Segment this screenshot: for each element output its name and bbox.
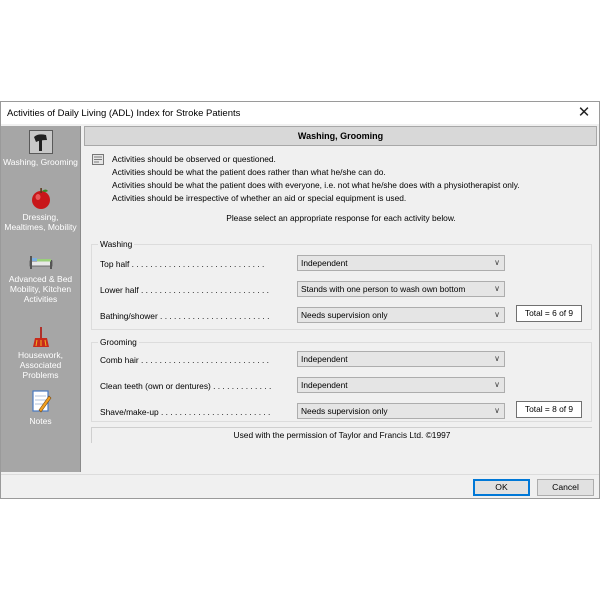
sidebar-item-advanced-bed-mobility-kitchen[interactable]: Advanced & Bed Mobility, Kitchen Activit…: [3, 252, 78, 304]
instruction-line: Activities should be what the patient do…: [112, 180, 520, 190]
adl-dialog-window: Activities of Daily Living (ADL) Index f…: [0, 101, 600, 499]
bed-icon: [29, 256, 52, 269]
activity-label-comb-hair: Comb hair . . . . . . . . . . . . . . . …: [100, 355, 269, 365]
washing-total: Total = 6 of 9: [516, 305, 582, 322]
activity-label-bathing-shower: Bathing/shower . . . . . . . . . . . . .…: [100, 311, 270, 321]
sidebar-item-dressing-mealtimes-mobility[interactable]: Dressing, Mealtimes, Mobility: [3, 186, 78, 232]
chevron-down-icon: ∨: [494, 380, 500, 389]
chevron-down-icon: ∨: [494, 310, 500, 319]
sidebar-item-washing-grooming[interactable]: Washing, Grooming: [3, 130, 78, 167]
activity-label-clean-teeth: Clean teeth (own or dentures) . . . . . …: [100, 381, 272, 391]
dialog-button-bar: OK Cancel: [1, 474, 599, 499]
permission-notice: Used with the permission of Taylor and F…: [91, 427, 592, 443]
section-header: Washing, Grooming: [84, 126, 597, 146]
ok-button[interactable]: OK: [473, 479, 530, 496]
clean-teeth-select[interactable]: Independent ∨: [297, 377, 505, 393]
notepad-icon: [31, 390, 51, 413]
shave-make-up-select[interactable]: Needs supervision only ∨: [297, 403, 505, 419]
title-bar: Activities of Daily Living (ADL) Index f…: [1, 102, 599, 124]
sidebar-item-label: Washing, Grooming: [3, 157, 78, 167]
info-note-icon: [92, 154, 104, 165]
chevron-down-icon: ∨: [494, 354, 500, 363]
top-half-select[interactable]: Independent ∨: [297, 255, 505, 271]
selection-prompt: Please select an appropriate response fo…: [226, 213, 456, 223]
cancel-button[interactable]: Cancel: [537, 479, 594, 496]
chevron-down-icon: ∨: [494, 284, 500, 293]
sidebar-item-label: Dressing, Mealtimes, Mobility: [4, 212, 77, 232]
sidebar: Washing, Grooming Dressing, Mealtimes, M…: [1, 126, 81, 472]
washing-group: Washing Top half . . . . . . . . . . . .…: [91, 239, 592, 330]
lower-half-select[interactable]: Stands with one person to wash own botto…: [297, 281, 505, 297]
activity-label-lower-half: Lower half . . . . . . . . . . . . . . .…: [100, 285, 269, 295]
sidebar-item-notes[interactable]: Notes: [3, 388, 78, 426]
activity-label-top-half: Top half . . . . . . . . . . . . . . . .…: [100, 259, 265, 269]
window-title: Activities of Daily Living (ADL) Index f…: [7, 108, 241, 119]
bathing-shower-select[interactable]: Needs supervision only ∨: [297, 307, 505, 323]
activity-label-shave-make-up: Shave/make-up . . . . . . . . . . . . . …: [100, 407, 271, 417]
group-title: Grooming: [98, 337, 139, 347]
grooming-group: Grooming Comb hair . . . . . . . . . . .…: [91, 337, 592, 422]
instruction-line: Activities should be what the patient do…: [112, 167, 386, 177]
instruction-line: Activities should be irrespective of whe…: [112, 193, 407, 203]
group-title: Washing: [98, 239, 135, 249]
hairdryer-icon: [33, 134, 47, 151]
chevron-down-icon: ∨: [494, 258, 500, 267]
broom-icon: [32, 327, 49, 347]
sidebar-item-housework-associated-problems[interactable]: Housework, Associated Problems: [3, 326, 78, 380]
sidebar-item-label: Advanced & Bed Mobility, Kitchen Activit…: [8, 274, 73, 304]
chevron-down-icon: ∨: [494, 406, 500, 415]
comb-hair-select[interactable]: Independent ∨: [297, 351, 505, 367]
sidebar-item-label: Housework, Associated Problems: [18, 350, 63, 380]
instruction-line: Activities should be observed or questio…: [112, 154, 276, 164]
grooming-total: Total = 8 of 9: [516, 401, 582, 418]
close-icon[interactable]: ✕: [575, 104, 593, 122]
sidebar-item-label: Notes: [29, 416, 52, 426]
content-panel: Washing, Grooming Activities should be o…: [84, 126, 598, 472]
apple-icon: [31, 188, 50, 209]
